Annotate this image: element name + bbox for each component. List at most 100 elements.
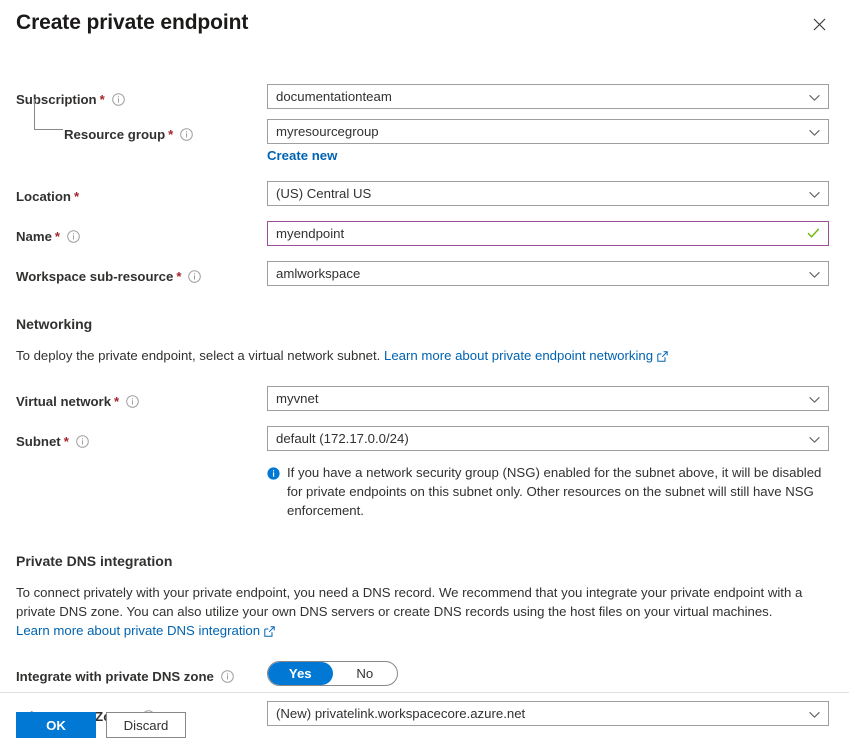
workspace-sub-resource-field-col: amlworkspace bbox=[267, 261, 833, 286]
name-input[interactable]: myendpoint bbox=[267, 221, 829, 246]
subnet-label-text: Subnet bbox=[16, 434, 61, 449]
create-new-resource-group-link[interactable]: Create new bbox=[267, 148, 337, 163]
integrate-dns-toggle[interactable]: Yes No bbox=[267, 661, 398, 686]
workspace-sub-resource-value: amlworkspace bbox=[276, 266, 360, 281]
dns-heading: Private DNS integration bbox=[0, 551, 849, 571]
info-icon[interactable] bbox=[221, 670, 234, 683]
info-icon[interactable] bbox=[126, 395, 139, 408]
resource-group-value: myresourcegroup bbox=[276, 124, 379, 139]
panel-header: Create private endpoint bbox=[0, 0, 849, 54]
dns-description: To connect privately with your private e… bbox=[0, 583, 849, 621]
subnet-value: default (172.17.0.0/24) bbox=[276, 431, 409, 446]
location-field-col: (US) Central US bbox=[267, 181, 833, 206]
chevron-down-icon bbox=[809, 186, 820, 201]
info-filled-glyph bbox=[267, 467, 280, 480]
info-glyph bbox=[126, 395, 139, 408]
networking-heading: Networking bbox=[0, 314, 849, 334]
workspace-sub-resource-dropdown[interactable]: amlworkspace bbox=[267, 261, 829, 286]
required-marker: * bbox=[168, 127, 173, 142]
info-icon[interactable] bbox=[112, 93, 125, 106]
private-dns-zone-dropdown[interactable]: (New) privatelink.workspacecore.azure.ne… bbox=[267, 701, 829, 726]
field-row-workspace-sub-resource: Workspace sub-resource* amlworkspace bbox=[0, 261, 849, 287]
nsg-info-note: If you have a network security group (NS… bbox=[267, 463, 829, 520]
chevron-down-icon bbox=[809, 431, 820, 446]
footer-divider bbox=[0, 692, 849, 693]
info-icon[interactable] bbox=[188, 270, 201, 283]
field-row-integrate-dns: Integrate with private DNS zone Yes No bbox=[0, 661, 849, 687]
virtual-network-label-text: Virtual network bbox=[16, 394, 111, 409]
external-link-icon[interactable] bbox=[264, 626, 275, 637]
chevron-down-icon bbox=[809, 706, 820, 721]
external-link-icon[interactable] bbox=[657, 351, 668, 362]
subscription-label-text: Subscription bbox=[16, 92, 97, 107]
required-marker: * bbox=[176, 269, 181, 284]
name-label: Name* bbox=[16, 221, 267, 247]
subscription-dropdown[interactable]: documentationteam bbox=[267, 84, 829, 109]
info-glyph bbox=[112, 93, 125, 106]
field-row-virtual-network: Virtual network* myvnet bbox=[0, 386, 849, 412]
subnet-dropdown[interactable]: default (172.17.0.0/24) bbox=[267, 426, 829, 451]
validation-check-icon bbox=[807, 226, 820, 241]
subnet-field-col: default (172.17.0.0/24) bbox=[267, 426, 833, 451]
location-dropdown[interactable]: (US) Central US bbox=[267, 181, 829, 206]
integrate-dns-field-col: Yes No bbox=[267, 661, 833, 686]
info-glyph bbox=[67, 230, 80, 243]
required-marker: * bbox=[74, 189, 79, 204]
networking-learn-more-link[interactable]: Learn more about private endpoint networ… bbox=[384, 348, 653, 363]
info-icon[interactable] bbox=[76, 435, 89, 448]
virtual-network-value: myvnet bbox=[276, 391, 319, 406]
workspace-sub-resource-label-text: Workspace sub-resource bbox=[16, 269, 173, 284]
toggle-option-yes[interactable]: Yes bbox=[268, 662, 333, 685]
resource-group-field-col: myresourcegroup Create new bbox=[267, 119, 833, 165]
field-row-name: Name* myendpoint bbox=[0, 221, 849, 247]
private-dns-zone-field-col: (New) privatelink.workspacecore.azure.ne… bbox=[267, 701, 833, 726]
chevron-down-icon bbox=[809, 89, 820, 104]
required-marker: * bbox=[64, 434, 69, 449]
required-marker: * bbox=[100, 92, 105, 107]
info-glyph bbox=[221, 670, 234, 683]
info-icon[interactable] bbox=[67, 230, 80, 243]
field-row-resource-group: Resource group* myresourcegroup bbox=[0, 119, 849, 165]
integrate-dns-label-text: Integrate with private DNS zone bbox=[16, 669, 214, 685]
name-value: myendpoint bbox=[276, 226, 344, 241]
location-value: (US) Central US bbox=[276, 186, 371, 201]
dns-learn-more-link[interactable]: Learn more about private DNS integration bbox=[16, 623, 260, 638]
networking-description: To deploy the private endpoint, select a… bbox=[0, 346, 849, 365]
resource-group-dropdown[interactable]: myresourcegroup bbox=[267, 119, 829, 144]
subnet-label: Subnet* bbox=[16, 426, 267, 452]
dns-description-text: To connect privately with your private e… bbox=[16, 585, 802, 619]
footer-actions: OK Discard bbox=[16, 712, 186, 738]
discard-button[interactable]: Discard bbox=[106, 712, 186, 738]
virtual-network-field-col: myvnet bbox=[267, 386, 833, 411]
nsg-info-note-text: If you have a network security group (NS… bbox=[287, 463, 829, 520]
close-icon[interactable] bbox=[807, 12, 831, 36]
private-dns-zone-value: (New) privatelink.workspacecore.azure.ne… bbox=[276, 706, 525, 721]
location-label: Location* bbox=[16, 181, 267, 207]
location-label-text: Location bbox=[16, 189, 71, 204]
toggle-option-no[interactable]: No bbox=[333, 662, 398, 685]
subscription-field-col: documentationteam bbox=[267, 84, 833, 109]
integrate-dns-label: Integrate with private DNS zone bbox=[16, 661, 267, 687]
workspace-sub-resource-label: Workspace sub-resource* bbox=[16, 261, 267, 287]
networking-description-text: To deploy the private endpoint, select a… bbox=[16, 348, 384, 363]
create-private-endpoint-panel: Create private endpoint Subscription* bbox=[0, 0, 849, 751]
info-glyph bbox=[180, 128, 193, 141]
external-link-glyph bbox=[657, 351, 668, 362]
ok-button[interactable]: OK bbox=[16, 712, 96, 738]
required-marker: * bbox=[114, 394, 119, 409]
chevron-down-icon bbox=[809, 124, 820, 139]
subscription-label: Subscription* bbox=[16, 84, 267, 110]
virtual-network-dropdown[interactable]: myvnet bbox=[267, 386, 829, 411]
info-filled-icon bbox=[267, 466, 280, 485]
resource-group-label-text: Resource group bbox=[64, 127, 165, 142]
field-row-subscription: Subscription* documentationteam bbox=[0, 84, 849, 110]
field-row-subnet: Subnet* default (172.17.0.0/24) bbox=[0, 426, 849, 452]
close-glyph bbox=[813, 18, 826, 31]
form-body: Subscription* documentationteam bbox=[0, 54, 849, 727]
name-label-text: Name bbox=[16, 229, 52, 244]
field-row-location: Location* (US) Central US bbox=[0, 181, 849, 207]
dns-link-row: Learn more about private DNS integration bbox=[0, 621, 849, 640]
external-link-glyph bbox=[264, 626, 275, 637]
info-icon[interactable] bbox=[180, 128, 193, 141]
chevron-down-icon bbox=[809, 391, 820, 406]
